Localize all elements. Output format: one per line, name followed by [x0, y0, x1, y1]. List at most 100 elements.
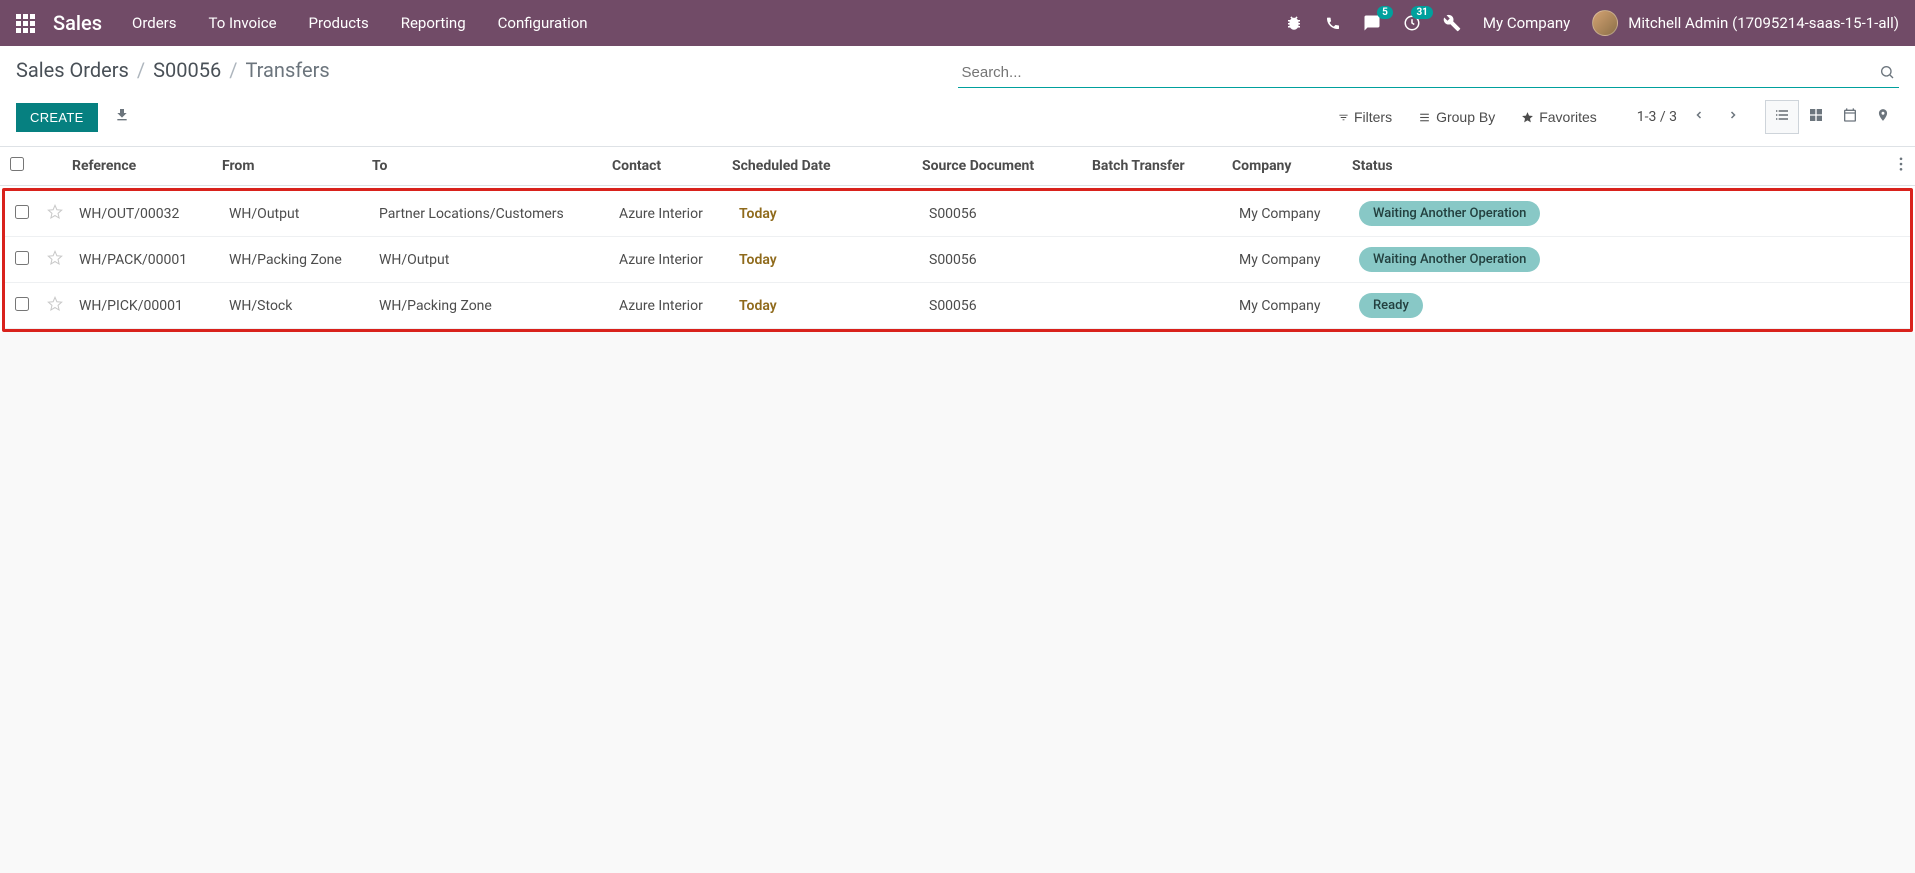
cell-options	[1882, 237, 1910, 283]
search-icon[interactable]	[1879, 64, 1895, 84]
pager-prev[interactable]	[1687, 105, 1711, 129]
list-view-icon	[1774, 107, 1790, 123]
star-outline-icon	[47, 204, 63, 220]
cell-batch	[1091, 237, 1231, 283]
table-row[interactable]: WH/PACK/00001 WH/Packing Zone WH/Output …	[5, 237, 1910, 283]
breadcrumb: Sales Orders / S00056 / Transfers	[16, 58, 330, 82]
cell-contact: Azure Interior	[611, 191, 731, 237]
view-map-button[interactable]	[1867, 100, 1899, 134]
table-row[interactable]: WH/OUT/00032 WH/Output Partner Locations…	[5, 191, 1910, 237]
cp-bottom-center: Filters Group By Favorites	[1338, 109, 1597, 125]
col-to[interactable]: To	[364, 147, 604, 186]
row-star-cell[interactable]	[39, 283, 71, 329]
view-switcher	[1765, 100, 1899, 134]
breadcrumb-current: Transfers	[245, 58, 329, 82]
highlighted-rows-box: WH/OUT/00032 WH/Output Partner Locations…	[2, 188, 1913, 332]
row-checkbox-cell	[5, 237, 39, 283]
nav-menu-orders[interactable]: Orders	[132, 14, 177, 32]
cp-bottom-left: CREATE	[16, 103, 134, 132]
cell-source: S00056	[921, 191, 1091, 237]
cell-scheduled: Today	[731, 283, 921, 329]
calendar-view-icon	[1842, 107, 1858, 123]
tools-icon[interactable]	[1443, 14, 1461, 32]
bug-icon[interactable]	[1285, 14, 1303, 32]
col-company[interactable]: Company	[1224, 147, 1344, 186]
col-from[interactable]: From	[214, 147, 364, 186]
filters-button[interactable]: Filters	[1338, 109, 1392, 125]
cell-reference: WH/PACK/00001	[71, 237, 221, 283]
breadcrumb-sales-orders[interactable]: Sales Orders	[16, 58, 129, 82]
row-checkbox[interactable]	[15, 297, 29, 311]
cell-options	[1882, 191, 1910, 237]
cell-scheduled: Today	[731, 237, 921, 283]
phone-icon[interactable]	[1325, 15, 1341, 31]
cell-status: Waiting Another Operation	[1351, 191, 1882, 237]
map-pin-icon	[1876, 107, 1890, 123]
cell-batch	[1091, 283, 1231, 329]
col-options[interactable]	[1887, 147, 1915, 186]
row-checkbox[interactable]	[15, 251, 29, 265]
nav-menu-to-invoice[interactable]: To Invoice	[209, 14, 277, 32]
messages-icon[interactable]: 5	[1363, 14, 1381, 32]
row-star-cell[interactable]	[39, 237, 71, 283]
pager: 1-3 / 3	[1637, 105, 1745, 129]
star-icon	[1521, 111, 1534, 124]
cp-top: Sales Orders / S00056 / Transfers	[16, 58, 1899, 88]
company-switcher[interactable]: My Company	[1483, 14, 1570, 32]
col-source[interactable]: Source Document	[914, 147, 1084, 186]
col-reference[interactable]: Reference	[64, 147, 214, 186]
group-by-button[interactable]: Group By	[1418, 109, 1495, 125]
view-calendar-button[interactable]	[1833, 100, 1867, 134]
breadcrumb-sep: /	[137, 58, 145, 82]
create-button[interactable]: CREATE	[16, 103, 98, 132]
cell-reference: WH/OUT/00032	[71, 191, 221, 237]
nav-menu-reporting[interactable]: Reporting	[401, 14, 466, 32]
favorites-button[interactable]: Favorites	[1521, 109, 1597, 125]
nav-menu-products[interactable]: Products	[309, 14, 369, 32]
table-row[interactable]: WH/PICK/00001 WH/Stock WH/Packing Zone A…	[5, 283, 1910, 329]
search-container	[958, 58, 1900, 88]
breadcrumb-sep: /	[229, 58, 237, 82]
pager-next[interactable]	[1721, 105, 1745, 129]
apps-grid-icon[interactable]	[16, 14, 35, 33]
app-brand[interactable]: Sales	[53, 11, 102, 35]
status-badge: Waiting Another Operation	[1359, 201, 1540, 226]
view-list-button[interactable]	[1765, 100, 1799, 134]
cell-from: WH/Packing Zone	[221, 237, 371, 283]
pager-range[interactable]: 1-3 / 3	[1637, 109, 1677, 125]
cell-company: My Company	[1231, 191, 1351, 237]
cell-source: S00056	[921, 283, 1091, 329]
transfers-table: Reference From To Contact Scheduled Date…	[0, 147, 1915, 186]
cell-from: WH/Stock	[221, 283, 371, 329]
cell-contact: Azure Interior	[611, 283, 731, 329]
view-kanban-button[interactable]	[1799, 100, 1833, 134]
cell-company: My Company	[1231, 237, 1351, 283]
cell-to: WH/Output	[371, 237, 611, 283]
download-button[interactable]	[110, 103, 134, 132]
row-star-cell[interactable]	[39, 191, 71, 237]
favorites-label: Favorites	[1539, 109, 1597, 125]
avatar	[1592, 10, 1618, 36]
cell-from: WH/Output	[221, 191, 371, 237]
cell-to: WH/Packing Zone	[371, 283, 611, 329]
row-checkbox[interactable]	[15, 205, 29, 219]
search-input[interactable]	[958, 58, 1900, 88]
cell-options	[1882, 283, 1910, 329]
col-scheduled[interactable]: Scheduled Date	[724, 147, 914, 186]
cell-to: Partner Locations/Customers	[371, 191, 611, 237]
cell-status: Ready	[1351, 283, 1882, 329]
user-menu[interactable]: Mitchell Admin (17095214-saas-15-1-all)	[1592, 10, 1899, 36]
cp-bottom: CREATE Filters Group By Favorites 1-3 / …	[16, 100, 1899, 134]
header-star	[34, 147, 64, 186]
col-batch[interactable]: Batch Transfer	[1084, 147, 1224, 186]
cell-company: My Company	[1231, 283, 1351, 329]
cell-contact: Azure Interior	[611, 237, 731, 283]
col-contact[interactable]: Contact	[604, 147, 724, 186]
activities-icon[interactable]: 31	[1403, 14, 1421, 32]
cell-source: S00056	[921, 237, 1091, 283]
select-all-checkbox[interactable]	[10, 157, 24, 171]
nav-menu-configuration[interactable]: Configuration	[498, 14, 588, 32]
kanban-view-icon	[1808, 107, 1824, 123]
breadcrumb-order[interactable]: S00056	[153, 58, 221, 82]
col-status[interactable]: Status	[1344, 147, 1887, 186]
